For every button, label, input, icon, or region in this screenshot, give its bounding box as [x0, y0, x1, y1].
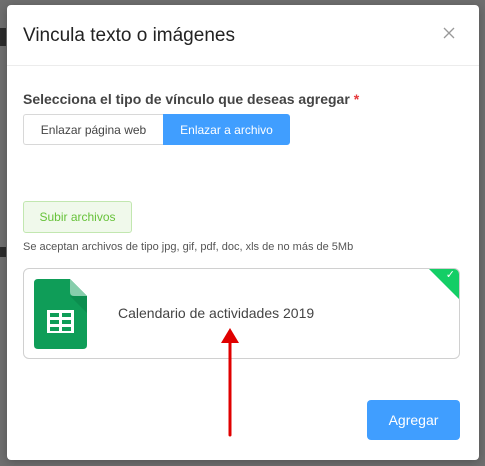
- file-name: Calendario de actividades 2019: [118, 305, 315, 321]
- dialog-title: Vincula texto o imágenes: [23, 25, 235, 46]
- link-type-label-text: Selecciona el tipo de vínculo que deseas…: [23, 91, 350, 107]
- web-link-option[interactable]: Enlazar página web: [23, 114, 163, 145]
- link-dialog: Vincula texto o imágenes Selecciona el t…: [7, 5, 479, 460]
- annotation-arrow-icon: [221, 328, 239, 437]
- close-button[interactable]: [443, 27, 459, 43]
- required-mark: *: [353, 91, 360, 107]
- upload-button[interactable]: Subir archivos: [23, 201, 132, 233]
- spreadsheet-file-icon: [34, 279, 87, 349]
- background-fragment: [0, 28, 6, 46]
- file-link-option[interactable]: Enlazar a archivo: [163, 114, 290, 145]
- link-type-label: Selecciona el tipo de vínculo que deseas…: [23, 91, 359, 107]
- check-icon: ✓: [445, 269, 455, 281]
- file-card[interactable]: Calendario de actividades 2019 ✓: [23, 268, 460, 359]
- background-fragment: [0, 247, 6, 257]
- add-button[interactable]: Agregar: [367, 400, 460, 440]
- link-type-toggle: Enlazar página web Enlazar a archivo: [23, 114, 290, 145]
- selected-corner-badge: [428, 269, 459, 300]
- upload-hint: Se aceptan archivos de tipo jpg, gif, pd…: [23, 241, 354, 253]
- close-icon: [443, 27, 455, 39]
- header-divider: [7, 65, 479, 66]
